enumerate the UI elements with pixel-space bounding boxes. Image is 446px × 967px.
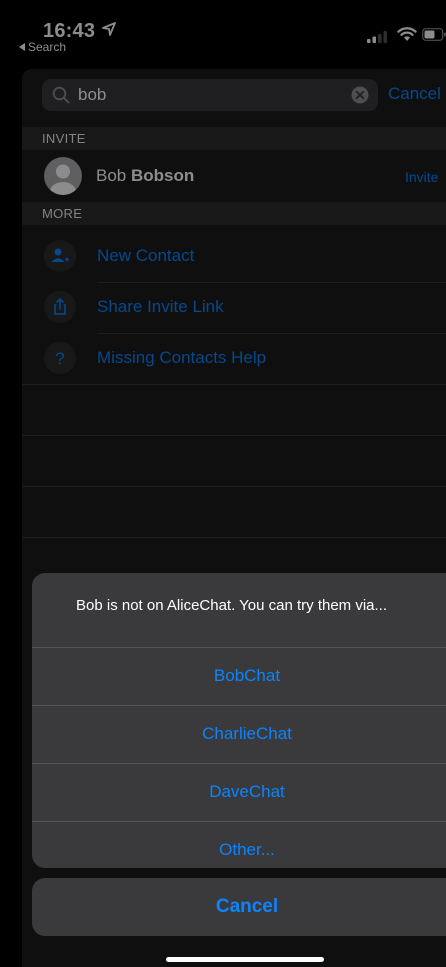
action-sheet-cancel-button[interactable]: Cancel xyxy=(32,878,446,936)
option-label: BobChat xyxy=(213,666,281,685)
option-label: DaveChat xyxy=(209,782,285,801)
option-other-button[interactable]: Other... xyxy=(32,821,446,868)
option-charliechat-button[interactable]: CharlieChat xyxy=(32,705,446,764)
option-label: Other... xyxy=(219,840,275,859)
home-indicator[interactable] xyxy=(166,957,324,962)
option-davechat-button[interactable]: DaveChat xyxy=(32,763,446,822)
option-label: CharlieChat xyxy=(202,724,292,743)
option-bobchat-button[interactable]: BobChat xyxy=(32,647,446,706)
action-sheet-message: Bob is not on AliceChat. You can try the… xyxy=(32,573,446,647)
action-sheet-message-text: Bob is not on AliceChat. You can try the… xyxy=(76,597,388,614)
action-sheet: Bob is not on AliceChat. You can try the… xyxy=(32,573,446,868)
cancel-label: Cancel xyxy=(215,896,279,917)
